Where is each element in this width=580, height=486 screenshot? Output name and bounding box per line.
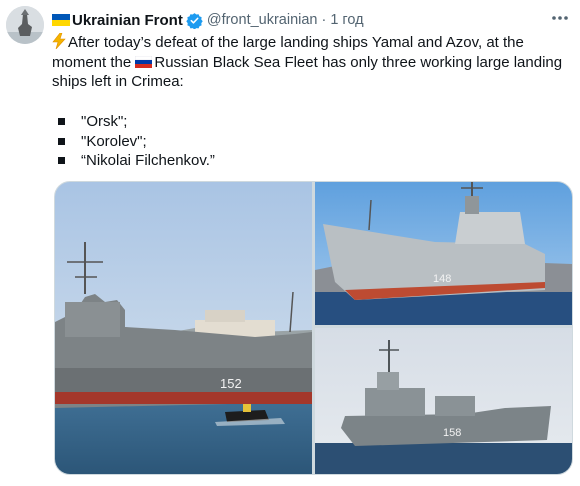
tweet-text: After today’s defeat of the large landin… (52, 33, 568, 92)
tweet-text-line-2-text: Russian Black Sea Fleet has only three w… (154, 53, 563, 71)
tweet-header: Ukrainian Front @front_ukrainian · 1 год (52, 10, 570, 30)
list-item: “Nikolai Filchenkov.” (58, 151, 215, 171)
ship-list: "Orsk"; "Korolev"; “Nikolai Filchenkov.” (58, 112, 215, 171)
more-options-icon[interactable] (548, 8, 572, 28)
tweet-text-line-1: After today’s defeat of the large landin… (52, 33, 568, 53)
tweet-text-line-2-prefix: moment the (52, 53, 136, 71)
hull-number-bottom-right: 158 (443, 427, 461, 439)
tweet-timestamp[interactable]: 1 год (330, 12, 363, 28)
lightning-emoji-icon (52, 33, 66, 49)
photo-bottom-right[interactable]: 158 (315, 328, 572, 474)
author-name[interactable]: Ukrainian Front (72, 12, 183, 29)
bullet-icon (58, 137, 65, 145)
photo-left[interactable]: 152 (55, 182, 312, 474)
author-avatar[interactable] (6, 6, 44, 44)
tweet-text-line-3: ships left in Crimea: (52, 73, 184, 90)
list-item: "Korolev"; (58, 132, 215, 152)
list-item-text: "Korolev"; (81, 132, 147, 150)
tweet-text-line-1-text: After today’s defeat of the large landin… (68, 34, 524, 51)
list-item-text: “Nikolai Filchenkov.” (81, 152, 215, 169)
verified-badge-icon (186, 12, 203, 29)
hull-number-left: 152 (220, 376, 242, 391)
header-separator: · (321, 12, 327, 28)
tweet-text-line-2: moment the Russian Black Sea Fleet has o… (52, 53, 568, 73)
media-gallery: 152 148 158 (54, 181, 573, 475)
photo-top-right[interactable]: 148 (315, 182, 572, 325)
ukraine-flag-icon (52, 14, 70, 26)
hull-number-top-right: 148 (433, 273, 451, 285)
author-handle[interactable]: @front_ukrainian (207, 12, 318, 28)
russia-flag-icon (135, 55, 153, 68)
bullet-icon (58, 118, 65, 126)
bullet-icon (58, 157, 65, 165)
list-item-text: "Orsk"; (81, 113, 128, 130)
list-item: "Orsk"; (58, 112, 215, 132)
